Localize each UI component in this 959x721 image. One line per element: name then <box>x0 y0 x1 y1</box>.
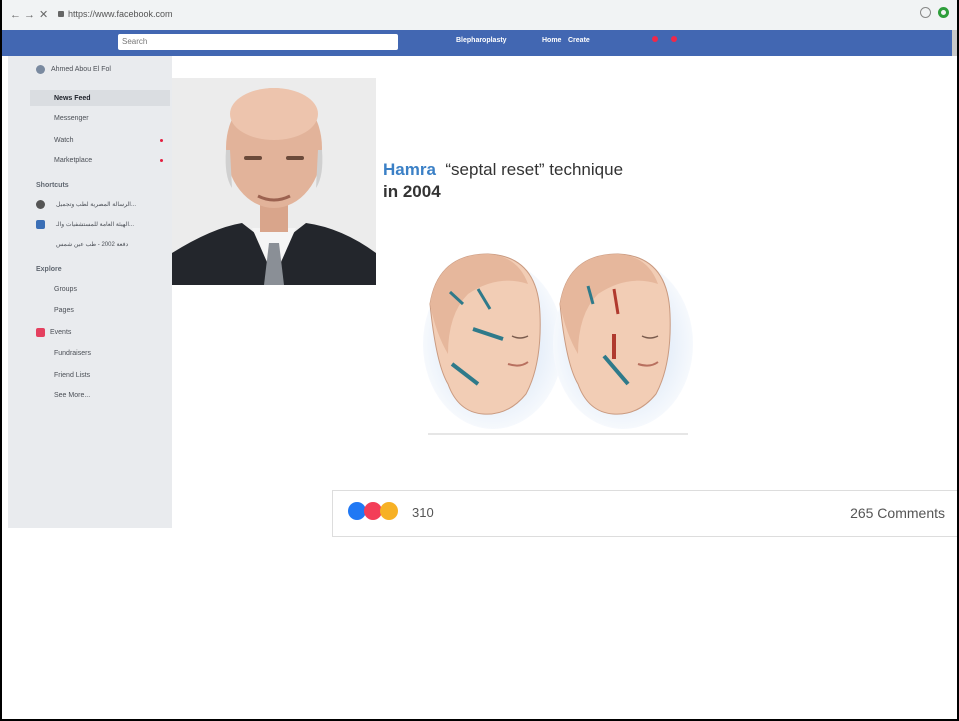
shortcut-item[interactable]: الرسالة المصرية لطب وتجميل... <box>56 201 136 208</box>
facebook-topbar: Search Blepharoplasty Home Create <box>2 30 957 56</box>
slide-heading: Hamra “septal reset” technique in 2004 <box>383 159 623 203</box>
technique-text: “septal reset” technique <box>445 160 624 179</box>
notifications-icon[interactable] <box>671 36 677 42</box>
sidebar-item-friend-lists[interactable]: Friend Lists <box>54 372 90 379</box>
address-bar[interactable]: https://www.facebook.com <box>68 6 173 22</box>
create-link[interactable]: Create <box>568 37 590 44</box>
sidebar-item-news-feed[interactable]: News Feed <box>54 95 91 102</box>
lock-icon <box>58 11 64 17</box>
back-icon[interactable]: ← <box>10 8 21 22</box>
browser-toolbar: ← → ✕ https://www.facebook.com <box>2 0 957 31</box>
haha-reaction-icon[interactable] <box>380 502 398 520</box>
shortcut-item[interactable]: دفعة 2002 - طب عين شمس <box>56 241 128 248</box>
reactions-count[interactable]: 310 <box>412 505 434 520</box>
sidebar-item-messenger[interactable]: Messenger <box>54 115 89 122</box>
friend-requests-icon[interactable] <box>652 36 658 42</box>
active-item-highlight <box>30 90 170 106</box>
notification-dot <box>160 159 163 162</box>
year-text: in 2004 <box>383 182 441 201</box>
sidebar-item-see-more[interactable]: See More... <box>54 392 90 399</box>
comments-link[interactable]: 265 Comments <box>850 505 945 521</box>
home-link[interactable]: Home <box>542 37 561 44</box>
sidebar-item-marketplace[interactable]: Marketplace <box>54 157 92 164</box>
close-icon[interactable]: ✕ <box>39 8 48 22</box>
sidebar-item-events[interactable]: Events <box>50 329 71 336</box>
calendar-icon <box>36 328 45 337</box>
sidebar-item-watch[interactable]: Watch <box>54 137 74 144</box>
sidebar-item-groups[interactable]: Groups <box>54 286 77 293</box>
left-sidebar: Ahmed Abou El Fol News Feed Messenger Wa… <box>8 56 172 528</box>
author-name: Hamra <box>383 160 436 179</box>
facelift-illustration <box>408 244 708 440</box>
sidebar-item-pages[interactable]: Pages <box>54 307 74 314</box>
sidebar-item-fundraisers[interactable]: Fundraisers <box>54 350 91 357</box>
shortcuts-title: Shortcuts <box>36 182 69 189</box>
shortcut-item[interactable]: الهيئة العامة للمستشفيات والـ... <box>56 221 134 228</box>
scrollbar[interactable] <box>952 30 957 56</box>
group-icon <box>36 200 45 209</box>
notification-dot <box>160 139 163 142</box>
search-input[interactable]: Search <box>118 34 398 50</box>
extension-icon-green[interactable] <box>938 7 949 18</box>
avatar[interactable] <box>36 65 45 74</box>
extension-icon[interactable] <box>920 7 931 18</box>
forward-icon[interactable]: → <box>24 8 35 22</box>
portrait-photo <box>172 78 376 285</box>
profile-link[interactable]: Blepharoplasty <box>456 37 507 44</box>
group-icon <box>36 220 45 229</box>
explore-title: Explore <box>36 266 62 273</box>
user-name[interactable]: Ahmed Abou El Fol <box>51 66 111 73</box>
